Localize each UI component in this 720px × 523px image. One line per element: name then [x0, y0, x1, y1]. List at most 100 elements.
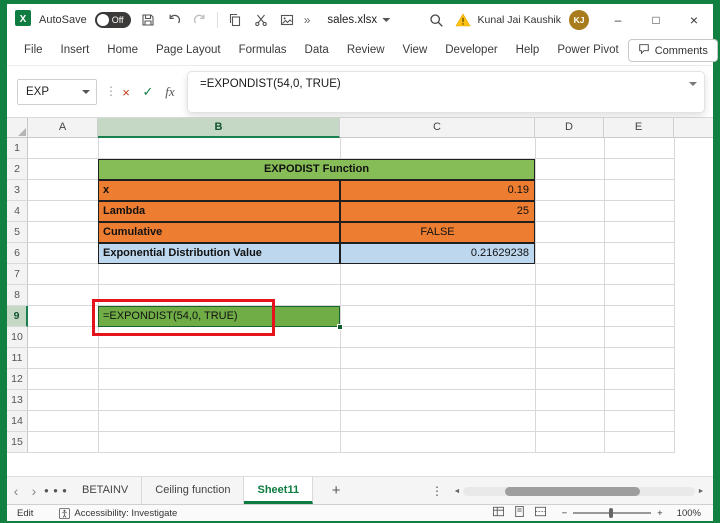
select-all-triangle-icon	[18, 128, 26, 136]
cell-c5-value[interactable]: FALSE	[340, 222, 535, 243]
user-name[interactable]: Kunal Jai Kaushik	[478, 14, 561, 26]
zoom-control: − +	[562, 508, 663, 519]
cancel-entry-button[interactable]: ×	[115, 79, 137, 105]
cell-b4-label[interactable]: Lambda	[98, 201, 340, 222]
scroll-right-icon[interactable]: ►	[695, 488, 707, 495]
row-header-15[interactable]: 15	[7, 432, 28, 453]
zoom-out-button[interactable]: −	[562, 508, 568, 519]
scrollbar-track[interactable]	[463, 487, 695, 496]
row-header-4[interactable]: 4	[7, 201, 28, 222]
sheet-tabs-bar: ‹ › ● ● ● BETAINV Ceiling function Sheet…	[7, 476, 713, 504]
row-header-8[interactable]: 8	[7, 285, 28, 306]
redo-icon[interactable]	[191, 9, 209, 31]
copy-icon[interactable]	[226, 9, 244, 31]
more-commands-icon[interactable]: »	[304, 13, 311, 27]
cut-icon[interactable]	[252, 9, 270, 31]
column-header-c[interactable]: C	[340, 118, 535, 138]
column-headers: A B C D E	[28, 118, 713, 138]
accessibility-status[interactable]: Accessibility: Investigate	[74, 508, 177, 519]
formula-input[interactable]: =EXPONDIST(54,0, TRUE)	[187, 71, 705, 113]
search-icon[interactable]	[428, 9, 446, 31]
menu-formulas[interactable]: Formulas	[230, 36, 296, 65]
cell-b6-label[interactable]: Exponential Distribution Value	[98, 243, 340, 264]
row-header-7[interactable]: 7	[7, 264, 28, 285]
cell-b5-label[interactable]: Cumulative	[98, 222, 340, 243]
insert-function-button[interactable]: fx	[159, 79, 181, 105]
row-header-6[interactable]: 6	[7, 243, 28, 264]
add-sheet-button[interactable]: +	[321, 477, 351, 504]
cell-b3-label[interactable]: x	[98, 180, 340, 201]
row-header-5[interactable]: 5	[7, 222, 28, 243]
gridline	[604, 138, 605, 453]
picture-icon[interactable]	[278, 9, 296, 31]
fill-handle[interactable]	[337, 324, 343, 330]
menu-power-pivot[interactable]: Power Pivot	[548, 36, 627, 65]
filename-caret-icon	[382, 18, 390, 22]
warning-icon[interactable]	[454, 9, 472, 31]
horizontal-scrollbar[interactable]: ◄ ►	[451, 486, 707, 496]
menu-file[interactable]: File	[15, 36, 52, 65]
sheet-tab-ceiling-function[interactable]: Ceiling function	[142, 477, 244, 504]
cell-b2-table-title[interactable]: EXPODIST Function	[98, 159, 535, 180]
row-header-13[interactable]: 13	[7, 390, 28, 411]
row-header-10[interactable]: 10	[7, 327, 28, 348]
tabs-overflow-menu[interactable]: ⋮	[431, 477, 443, 504]
menu-help[interactable]: Help	[507, 36, 549, 65]
gridline	[674, 138, 675, 453]
row-header-1[interactable]: 1	[7, 138, 28, 159]
row-header-12[interactable]: 12	[7, 369, 28, 390]
row-header-11[interactable]: 11	[7, 348, 28, 369]
cell-c6-value[interactable]: 0.21629238	[340, 243, 535, 264]
status-bar: Edit Accessibility: Investigate − + 100%	[7, 504, 713, 521]
view-shortcuts	[493, 506, 546, 520]
scroll-left-icon[interactable]: ◄	[451, 488, 463, 495]
menu-data[interactable]: Data	[296, 36, 338, 65]
sheet-nav-left-icon[interactable]: ‹	[7, 477, 25, 504]
name-box[interactable]: EXP	[17, 79, 97, 105]
comments-button[interactable]: Comments	[628, 39, 718, 62]
sheet-tab-sheet11[interactable]: Sheet11	[244, 477, 313, 504]
column-header-b[interactable]: B	[98, 118, 340, 138]
zoom-in-button[interactable]: +	[657, 508, 663, 519]
row-header-9[interactable]: 9	[7, 306, 28, 327]
menu-review[interactable]: Review	[338, 36, 394, 65]
row-header-14[interactable]: 14	[7, 411, 28, 432]
cell-c4-value[interactable]: 25	[340, 201, 535, 222]
formula-bar-expand-icon[interactable]	[689, 82, 697, 86]
zoom-slider[interactable]	[573, 512, 651, 514]
row-header-3[interactable]: 3	[7, 180, 28, 201]
select-all-button[interactable]	[7, 118, 28, 138]
zoom-percentage[interactable]: 100%	[677, 508, 701, 519]
maximize-button[interactable]: □	[637, 4, 675, 36]
column-header-d[interactable]: D	[535, 118, 604, 138]
undo-icon[interactable]	[165, 9, 183, 31]
document-title[interactable]: sales.xlsx	[327, 4, 390, 36]
save-icon[interactable]	[139, 9, 157, 31]
column-header-e[interactable]: E	[604, 118, 674, 138]
autosave-state: Off	[112, 15, 124, 25]
menu-insert[interactable]: Insert	[52, 36, 99, 65]
row-headers: 1 2 3 4 5 6 7 8 9 10 11 12 13 14 15	[7, 138, 28, 453]
menu-developer[interactable]: Developer	[436, 36, 506, 65]
menu-home[interactable]: Home	[98, 36, 147, 65]
user-avatar[interactable]: KJ	[569, 10, 589, 30]
cell-c3-value[interactable]: 0.19	[340, 180, 535, 201]
scrollbar-thumb[interactable]	[505, 487, 640, 496]
title-bar-right: Kunal Jai Kaushik KJ – □ ×	[428, 4, 713, 36]
sheet-nav-right-icon[interactable]: ›	[25, 477, 43, 504]
red-highlight-annotation	[92, 299, 275, 336]
normal-view-icon[interactable]	[493, 506, 504, 520]
autosave-toggle[interactable]: Off	[95, 12, 131, 28]
confirm-entry-button[interactable]: ✓	[137, 79, 159, 105]
page-layout-view-icon[interactable]	[514, 506, 525, 520]
row-header-2[interactable]: 2	[7, 159, 28, 180]
sheet-tab-betainv[interactable]: BETAINV	[69, 477, 142, 504]
sheet-list-ellipsis[interactable]: ● ● ●	[43, 477, 69, 504]
zoom-slider-thumb[interactable]	[609, 508, 613, 518]
menu-view[interactable]: View	[394, 36, 437, 65]
menu-page-layout[interactable]: Page Layout	[147, 36, 230, 65]
column-header-a[interactable]: A	[28, 118, 98, 138]
close-button[interactable]: ×	[675, 4, 713, 36]
page-break-view-icon[interactable]	[535, 506, 546, 520]
minimize-button[interactable]: –	[599, 4, 637, 36]
